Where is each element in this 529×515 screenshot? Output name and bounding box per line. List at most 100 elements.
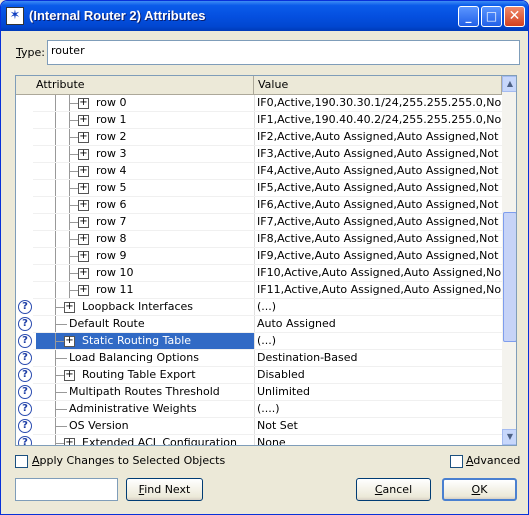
type-field[interactable]: router [47,40,520,65]
grid-row[interactable]: + row 9 IF9,Active,Auto Assigned,Auto Assi… [16,248,502,265]
advanced-checkbox[interactable] [450,455,463,468]
attribute-cell[interactable]: ? + Static Routing Table [16,333,254,350]
grid-row[interactable]: ? Load Balancing Options Destination-Based [16,350,502,367]
value-cell[interactable]: None [257,435,501,445]
expand-icon[interactable]: + [64,336,75,347]
attribute-cell[interactable]: + row 7 [16,214,254,231]
expand-icon[interactable]: + [78,98,89,109]
attribute-cell[interactable]: + row 0 [16,95,254,112]
expand-icon[interactable]: + [64,438,75,445]
grid-row[interactable]: ? + Static Routing Table (...) [16,333,502,350]
expand-icon[interactable]: + [78,217,89,228]
expand-icon[interactable]: + [78,149,89,160]
grid-row[interactable]: + row 5 IF5,Active,Auto Assigned,Auto Assi… [16,180,502,197]
attribute-cell[interactable]: ? Multipath Routes Threshold [16,384,254,401]
attribute-cell[interactable]: + row 8 [16,231,254,248]
value-cell[interactable]: IF9,Active,Auto Assigned,Auto Assigned,N… [257,248,501,265]
expand-icon[interactable]: + [78,166,89,177]
help-icon[interactable]: ? [18,300,32,314]
value-cell[interactable]: IF1,Active,190.40.40.2/24,255.255.255.0,… [257,112,501,129]
find-next-button[interactable]: Find Next [126,478,203,501]
grid-row[interactable]: + row 3 IF3,Active,Auto Assigned,Auto Assi… [16,146,502,163]
grid-row[interactable]: + row 7 IF7,Active,Auto Assigned,Auto Assi… [16,214,502,231]
attribute-cell[interactable]: + row 3 [16,146,254,163]
cancel-button[interactable]: Cancel [356,478,431,501]
attribute-cell[interactable]: ? + Loopback Interfaces [16,299,254,316]
title-bar[interactable]: ✶ (Internal Router 2) Attributes _ □ ✕ [1,1,528,31]
help-icon[interactable]: ? [18,436,32,445]
grid-row[interactable]: ? Default Route Auto Assigned [16,316,502,333]
minimize-button[interactable]: _ [458,6,479,27]
attribute-cell[interactable]: + row 4 [16,163,254,180]
value-cell[interactable]: (...) [257,333,501,350]
help-icon[interactable]: ? [18,402,32,416]
value-cell[interactable]: IF10,Active,Auto Assigned,Auto Assigned,… [257,265,501,282]
grid-row[interactable]: + row 6 IF6,Active,Auto Assigned,Auto Assi… [16,197,502,214]
grid-row[interactable]: ? Administrative Weights (....) [16,401,502,418]
value-cell[interactable]: IF8,Active,Auto Assigned,Auto Assigned,N… [257,231,501,248]
expand-icon[interactable]: + [64,302,75,313]
grid-row[interactable]: + row 11 IF11,Active,Auto Assigned,Auto As… [16,282,502,299]
advanced-label[interactable]: Advanced [466,454,520,467]
attribute-cell[interactable]: ? Load Balancing Options [16,350,254,367]
help-icon[interactable]: ? [18,317,32,331]
value-cell[interactable]: IF7,Active,Auto Assigned,Auto Assigned,N… [257,214,501,231]
expand-icon[interactable]: + [78,115,89,126]
value-cell[interactable]: Not Set [257,418,501,435]
grid-row[interactable]: ? Multipath Routes Threshold Unlimited [16,384,502,401]
grid-row[interactable]: ? OS Version Not Set [16,418,502,435]
vertical-scrollbar[interactable]: ▲ ▼ [502,76,516,445]
maximize-button[interactable]: □ [481,6,502,27]
value-cell[interactable]: IF2,Active,Auto Assigned,Auto Assigned,N… [257,129,501,146]
scroll-thumb[interactable] [503,212,516,342]
expand-icon[interactable]: + [78,132,89,143]
value-cell[interactable]: IF4,Active,Auto Assigned,Auto Assigned,N… [257,163,501,180]
attribute-cell[interactable]: ? + Routing Table Export [16,367,254,384]
router-app-icon[interactable]: ✶ [6,7,24,25]
attribute-cell[interactable]: ? OS Version [16,418,254,435]
attribute-grid[interactable]: Attribute Value + row 0 IF0,Active,190.30.… [15,75,517,446]
value-cell[interactable]: IF5,Active,Auto Assigned,Auto Assigned,N… [257,180,501,197]
attribute-cell[interactable]: ? + Extended ACL Configuration [16,435,254,445]
value-cell[interactable]: Unlimited [257,384,501,401]
expand-icon[interactable]: + [78,285,89,296]
apply-changes-label[interactable]: Apply Changes to Selected Objects [32,454,225,467]
grid-row[interactable]: + row 10 IF10,Active,Auto Assigned,Auto As… [16,265,502,282]
value-cell[interactable]: Disabled [257,367,501,384]
expand-icon[interactable]: + [78,234,89,245]
apply-changes-checkbox[interactable] [15,455,28,468]
attribute-cell[interactable]: ? Default Route [16,316,254,333]
attribute-cell[interactable]: + row 5 [16,180,254,197]
ok-button[interactable]: OK [442,478,517,501]
value-cell[interactable]: IF11,Active,Auto Assigned,Auto Assigned,… [257,282,501,299]
value-cell[interactable]: IF0,Active,190.30.30.1/24,255.255.255.0,… [257,95,501,112]
grid-row[interactable]: + row 1 IF1,Active,190.40.40.2/24,255.255.… [16,112,502,129]
value-cell[interactable]: Destination-Based [257,350,501,367]
attribute-cell[interactable]: + row 1 [16,112,254,129]
scroll-down-button[interactable]: ▼ [502,429,516,445]
scroll-up-button[interactable]: ▲ [502,76,516,92]
value-cell[interactable]: IF6,Active,Auto Assigned,Auto Assigned,N… [257,197,501,214]
attribute-cell[interactable]: + row 10 [16,265,254,282]
attribute-cell[interactable]: + row 9 [16,248,254,265]
attribute-column-header[interactable]: Attribute [16,76,254,95]
expand-icon[interactable]: + [78,268,89,279]
help-icon[interactable]: ? [18,419,32,433]
value-cell[interactable]: (....) [257,401,501,418]
grid-row[interactable]: + row 0 IF0,Active,190.30.30.1/24,255.255.… [16,95,502,112]
attribute-cell[interactable]: + row 6 [16,197,254,214]
grid-row[interactable]: + row 8 IF8,Active,Auto Assigned,Auto Assi… [16,231,502,248]
help-icon[interactable]: ? [18,351,32,365]
expand-icon[interactable]: + [78,200,89,211]
value-cell[interactable]: Auto Assigned [257,316,501,333]
expand-icon[interactable]: + [78,251,89,262]
grid-row[interactable]: ? + Loopback Interfaces (...) [16,299,502,316]
value-cell[interactable]: IF3,Active,Auto Assigned,Auto Assigned,N… [257,146,501,163]
expand-icon[interactable]: + [64,370,75,381]
expand-icon[interactable]: + [78,183,89,194]
help-icon[interactable]: ? [18,368,32,382]
grid-row[interactable]: ? + Extended ACL Configuration None [16,435,502,445]
find-input[interactable] [15,478,118,501]
grid-row[interactable]: + row 2 IF2,Active,Auto Assigned,Auto Assi… [16,129,502,146]
attribute-cell[interactable]: ? Administrative Weights [16,401,254,418]
